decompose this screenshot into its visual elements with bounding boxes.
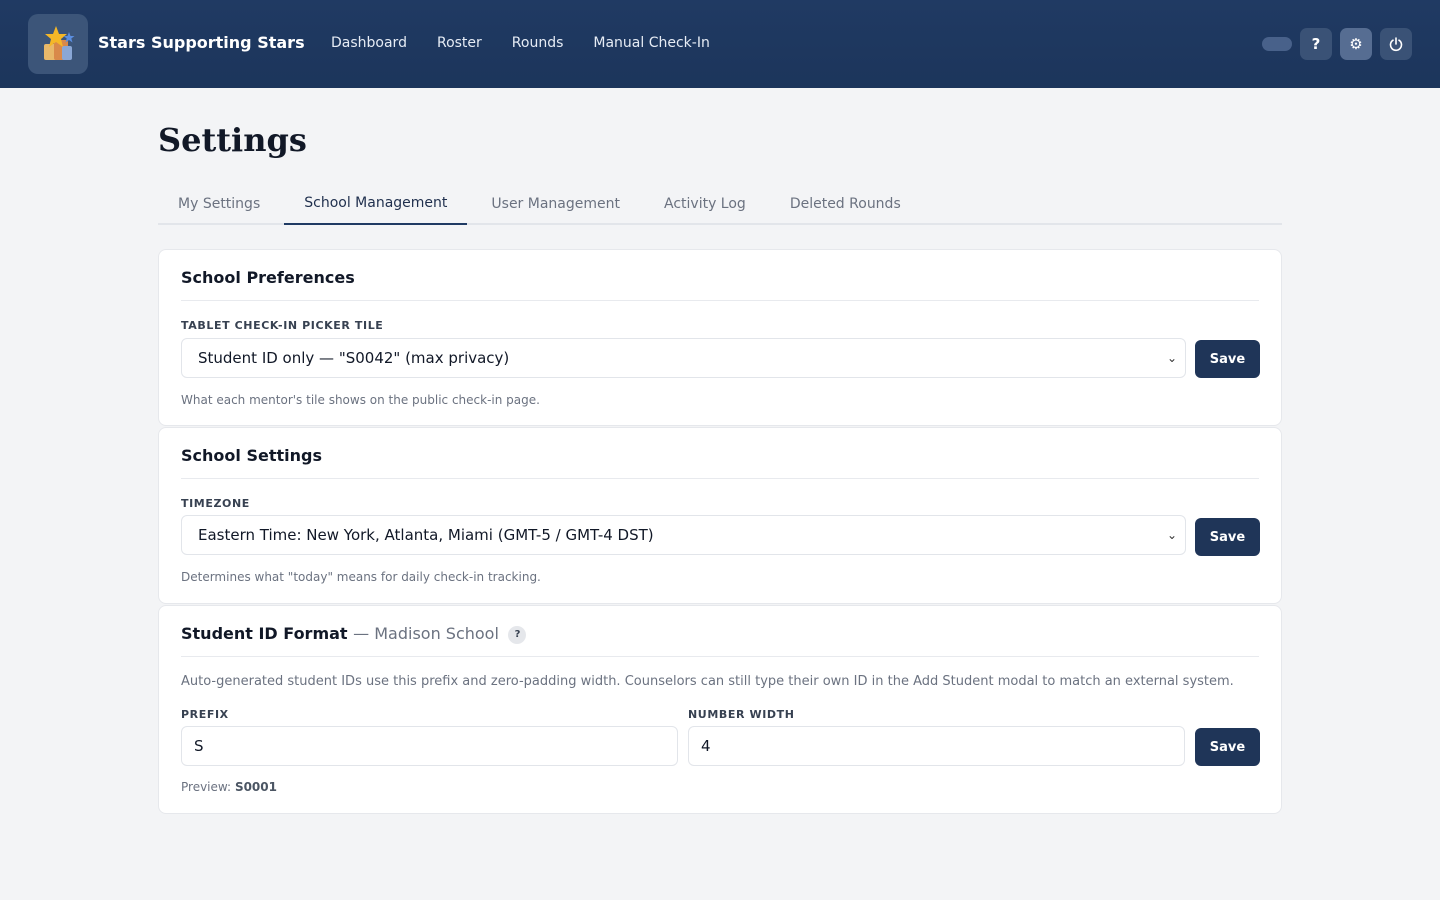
tab-deleted-rounds[interactable]: Deleted Rounds	[770, 182, 921, 225]
tab-my-settings[interactable]: My Settings	[158, 182, 280, 225]
card-title: School Settings	[181, 446, 322, 465]
theme-toggle[interactable]	[1262, 37, 1292, 51]
help-icon: ?	[1311, 35, 1321, 53]
id-format-description: Auto-generated student IDs use this pref…	[181, 674, 1234, 689]
chevron-down-icon: ⌄	[1166, 528, 1177, 542]
divider	[181, 656, 1259, 657]
timezone-label: TIMEZONE	[181, 497, 250, 510]
app-logo[interactable]	[28, 14, 88, 74]
brand-name[interactable]: Stars Supporting Stars	[98, 33, 305, 52]
timezone-select[interactable]: Eastern Time: New York, Atlanta, Miami (…	[181, 515, 1186, 555]
preview-value: S0001	[234, 780, 277, 794]
student-id-format-card: Student ID Format — Madison School ? Aut…	[158, 605, 1282, 814]
id-preview: Preview: S0001	[181, 780, 277, 794]
save-preferences-button[interactable]: Save	[1195, 340, 1260, 378]
settings-tabs: My Settings School Management User Manag…	[158, 182, 1282, 225]
picker-tile-label: TABLET CHECK-IN PICKER TILE	[181, 319, 384, 332]
divider	[181, 478, 1259, 479]
stars-logo-icon	[44, 26, 75, 60]
help-icon[interactable]: ?	[508, 625, 527, 644]
nav-dashboard[interactable]: Dashboard	[331, 35, 407, 51]
divider	[181, 300, 1259, 301]
number-width-input[interactable]: 4	[688, 726, 1185, 766]
gear-icon: ⚙	[1349, 35, 1363, 53]
save-timezone-button[interactable]: Save	[1195, 518, 1260, 556]
timezone-hint: Determines what "today" means for daily …	[181, 570, 541, 584]
top-navigation-bar: Stars Supporting Stars Dashboard Roster …	[0, 0, 1440, 88]
picker-tile-select[interactable]: Student ID only — "S0042" (max privacy) …	[181, 338, 1186, 378]
prefix-label: PREFIX	[181, 708, 229, 721]
nav-roster[interactable]: Roster	[437, 35, 482, 51]
tab-school-management[interactable]: School Management	[284, 182, 468, 225]
picker-tile-value: Student ID only — "S0042" (max privacy)	[198, 349, 510, 367]
tab-user-management[interactable]: User Management	[471, 182, 640, 225]
main-nav: Dashboard Roster Rounds Manual Check-In	[331, 35, 740, 51]
preview-label: Preview:	[181, 780, 232, 794]
help-button[interactable]: ?	[1300, 28, 1332, 60]
number-width-label: NUMBER WIDTH	[688, 708, 795, 721]
page-title: Settings	[158, 121, 307, 159]
timezone-value: Eastern Time: New York, Atlanta, Miami (…	[198, 526, 654, 544]
power-icon	[1389, 37, 1403, 52]
settings-button[interactable]: ⚙	[1340, 28, 1372, 60]
chevron-down-icon: ⌄	[1166, 351, 1177, 365]
picker-tile-hint: What each mentor's tile shows on the pub…	[181, 393, 540, 407]
school-name: — Madison School	[353, 624, 499, 643]
prefix-input[interactable]: S	[181, 726, 678, 766]
school-preferences-card: School Preferences TABLET CHECK-IN PICKE…	[158, 249, 1282, 426]
logout-button[interactable]	[1380, 28, 1412, 60]
card-title: Student ID Format — Madison School ?	[181, 624, 527, 644]
nav-manual-check-in[interactable]: Manual Check-In	[593, 35, 709, 51]
card-title: School Preferences	[181, 268, 355, 287]
nav-rounds[interactable]: Rounds	[512, 35, 564, 51]
card-title-text: Student ID Format	[181, 624, 348, 643]
tab-activity-log[interactable]: Activity Log	[644, 182, 766, 225]
school-settings-card: School Settings TIMEZONE Eastern Time: N…	[158, 427, 1282, 604]
save-id-format-button[interactable]: Save	[1195, 728, 1260, 766]
